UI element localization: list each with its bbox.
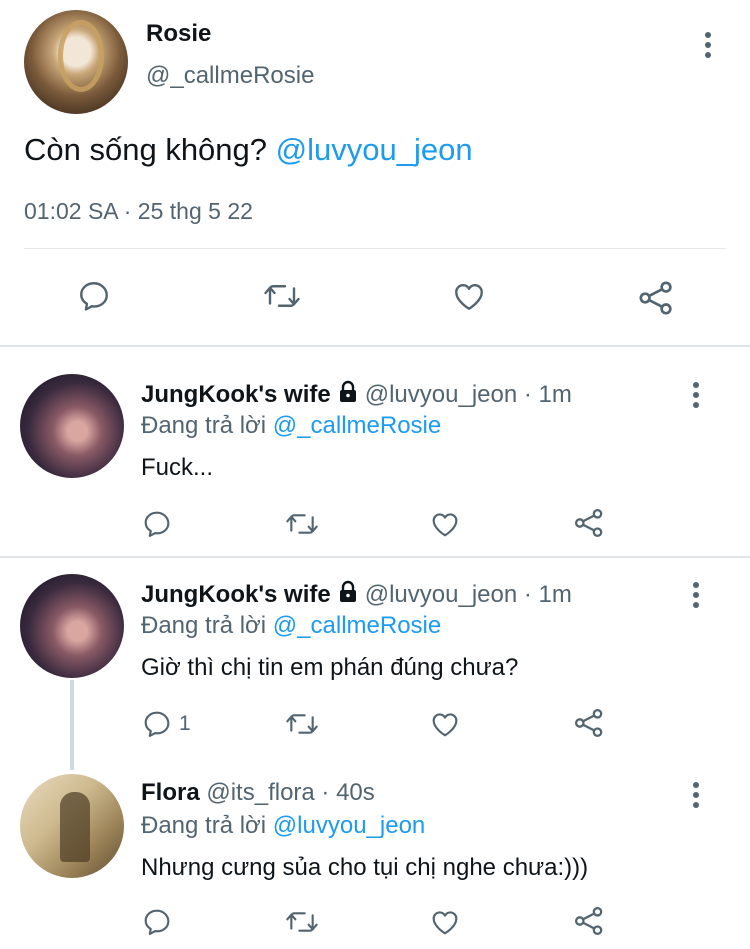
tweet-timestamp[interactable]: 01:02 SA · 25 thg 5 22 — [24, 198, 253, 225]
retweet-icon — [286, 514, 318, 534]
replying-prefix: Đang trả lời — [141, 812, 267, 839]
retweet-button[interactable] — [284, 708, 320, 740]
author-handle[interactable]: @luvyou_jeon · 1m — [365, 581, 572, 608]
mention-link[interactable]: @luvyou_jeon — [273, 812, 425, 839]
mention-link[interactable]: @_callmeRosie — [273, 412, 441, 439]
reply-text: Fuck... — [141, 454, 214, 481]
replying-to: Đang trả lời @_callmeRosie — [141, 412, 441, 440]
retweet-icon — [286, 714, 318, 734]
reply-icon — [80, 282, 108, 311]
author-handle[interactable]: @its_flora · 40s — [206, 779, 374, 806]
avatar[interactable] — [24, 10, 128, 114]
author-name[interactable]: JungKook's wife — [141, 381, 331, 408]
reply-header: Flora @its_flora · 40s — [141, 779, 375, 807]
heart-icon — [432, 911, 458, 935]
retweet-button[interactable] — [262, 278, 302, 314]
replying-to: Đang trả lời @luvyou_jeon — [141, 812, 425, 840]
like-button[interactable] — [450, 278, 488, 314]
more-icon[interactable] — [686, 780, 706, 810]
reply-button[interactable] — [141, 508, 179, 540]
lock-icon — [339, 380, 356, 402]
reply-button[interactable] — [76, 278, 112, 314]
share-button[interactable] — [636, 278, 676, 318]
more-icon[interactable] — [686, 580, 706, 610]
like-button[interactable] — [428, 508, 462, 540]
reply-text: Nhưng cưng sủa cho tụi chị nghe chưa:))) — [141, 854, 589, 881]
retweet-icon — [264, 285, 300, 307]
share-button[interactable] — [572, 706, 606, 740]
heart-icon — [432, 713, 458, 737]
lock-icon — [339, 580, 356, 602]
avatar[interactable] — [20, 574, 124, 678]
more-icon[interactable] — [686, 380, 706, 410]
like-button[interactable] — [428, 906, 462, 938]
reply-icon — [144, 909, 170, 936]
retweet-button[interactable] — [284, 508, 320, 540]
author-name[interactable]: Rosie — [146, 20, 211, 48]
section-divider — [0, 345, 750, 347]
author-name[interactable]: JungKook's wife — [141, 581, 331, 608]
share-icon — [639, 281, 672, 315]
reply-count: 1 — [179, 712, 191, 735]
tweet-body: Còn sống không? — [24, 132, 268, 167]
tweet-text: Còn sống không? @luvyou_jeon — [24, 132, 473, 168]
more-icon[interactable] — [698, 30, 718, 60]
reply-icon — [144, 711, 170, 738]
avatar[interactable] — [20, 374, 124, 478]
replying-to: Đang trả lời @_callmeRosie — [141, 612, 441, 640]
section-divider — [0, 556, 750, 558]
like-button[interactable] — [428, 708, 462, 740]
heart-icon — [455, 284, 483, 310]
reply-header: JungKook's wife @luvyou_jeon · 1m — [141, 380, 572, 409]
author-handle[interactable]: @_callmeRosie — [146, 62, 314, 90]
reply-header: JungKook's wife @luvyou_jeon · 1m — [141, 580, 572, 609]
main-tweet: Rosie @_callmeRosie Còn sống không? @luv… — [0, 0, 750, 346]
author-handle[interactable]: @luvyou_jeon · 1m — [365, 381, 572, 408]
retweet-button[interactable] — [284, 906, 320, 938]
reply-icon — [144, 511, 170, 538]
reply-button[interactable] — [141, 906, 179, 938]
divider — [24, 248, 726, 249]
reply-button[interactable]: 1 — [141, 708, 191, 740]
replying-prefix: Đang trả lời — [141, 412, 267, 439]
share-icon — [574, 708, 603, 738]
reply-text: Giờ thì chị tin em phán đúng chưa? — [141, 654, 519, 681]
share-button[interactable] — [572, 506, 606, 540]
avatar[interactable] — [20, 774, 124, 878]
mention-link[interactable]: @luvyou_jeon — [276, 132, 473, 167]
author-name[interactable]: Flora — [141, 779, 200, 806]
heart-icon — [432, 513, 458, 537]
share-icon — [574, 906, 603, 936]
retweet-icon — [286, 912, 318, 932]
share-icon — [574, 508, 603, 538]
thread-line — [70, 680, 74, 770]
share-button[interactable] — [572, 904, 606, 938]
replying-prefix: Đang trả lời — [141, 612, 267, 639]
mention-link[interactable]: @_callmeRosie — [273, 612, 441, 639]
